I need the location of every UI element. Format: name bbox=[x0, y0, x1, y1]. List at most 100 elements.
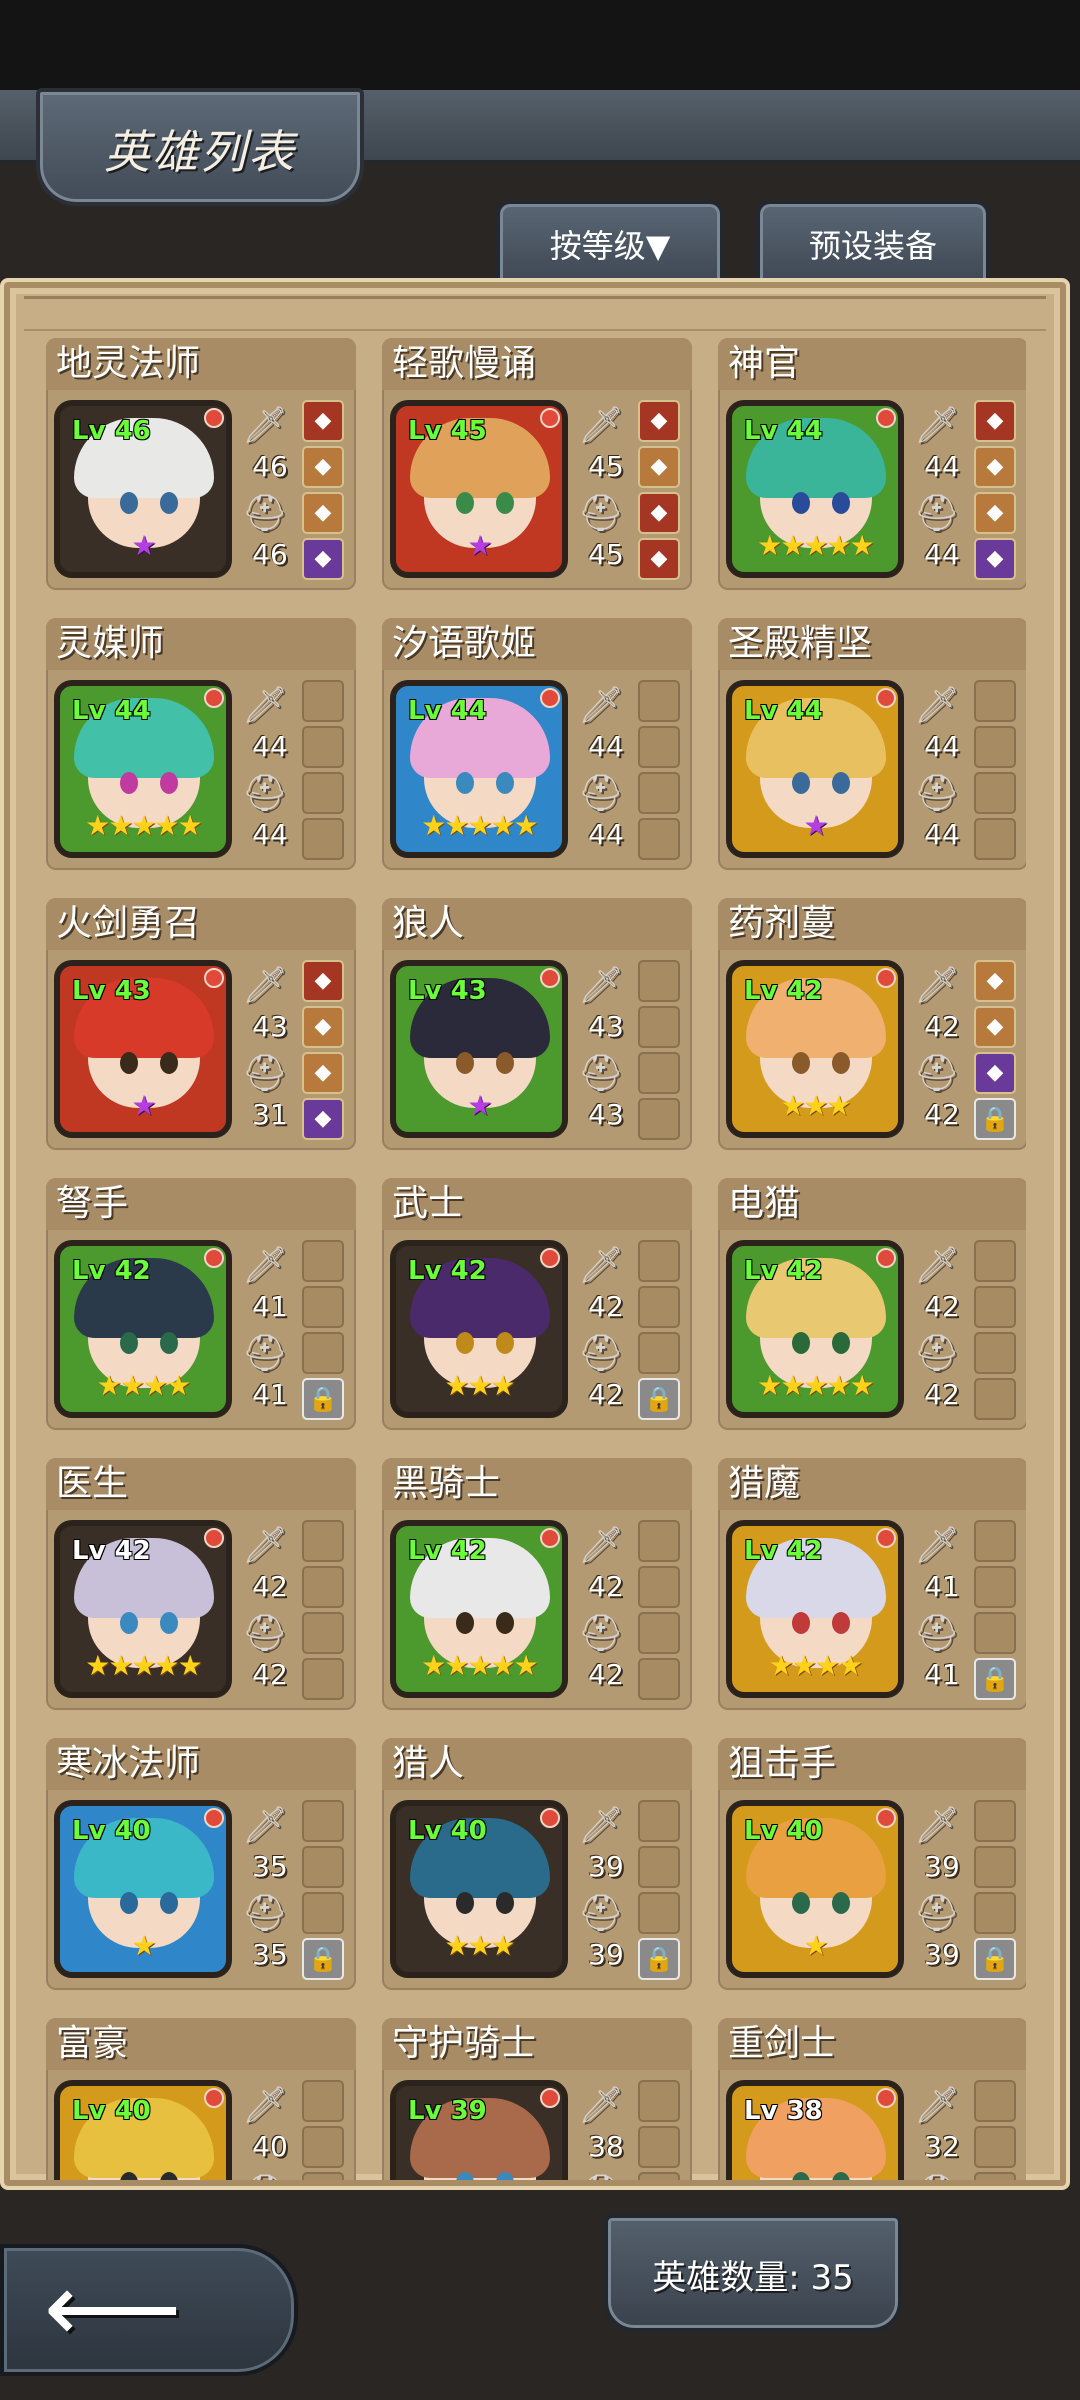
equipment-slot-empty[interactable] bbox=[974, 1286, 1016, 1328]
slot-lock-icon[interactable]: 🔒 bbox=[974, 1938, 1016, 1980]
equipped-item-icon[interactable]: ◆ bbox=[302, 960, 344, 1002]
slot-lock-icon[interactable]: 🔒 bbox=[638, 1378, 680, 1420]
equipment-slot-empty[interactable] bbox=[974, 1240, 1016, 1282]
equipment-slot-empty[interactable] bbox=[302, 818, 344, 860]
equipment-slot-empty[interactable] bbox=[638, 1052, 680, 1094]
equipped-item-icon[interactable]: ◆ bbox=[302, 492, 344, 534]
hero-portrait[interactable]: Lv 39 bbox=[390, 2080, 568, 2180]
equipment-slot-empty[interactable] bbox=[974, 1520, 1016, 1562]
equipment-slot-empty[interactable] bbox=[638, 1240, 680, 1282]
equipment-slot-empty[interactable] bbox=[302, 1240, 344, 1282]
hero-card[interactable]: 狼人 ★ Lv 43 🗡 43 ⛑ 43 bbox=[382, 898, 692, 1150]
hero-portrait[interactable]: ★★★★★ Lv 42 bbox=[726, 1240, 904, 1418]
equipment-slot-empty[interactable] bbox=[302, 1892, 344, 1934]
equipment-slot-empty[interactable] bbox=[638, 2126, 680, 2168]
equipment-slot-empty[interactable] bbox=[302, 2080, 344, 2122]
equipment-slot-empty[interactable] bbox=[974, 1892, 1016, 1934]
equipment-slot-empty[interactable] bbox=[638, 818, 680, 860]
equipped-item-icon[interactable]: ◆ bbox=[302, 1052, 344, 1094]
equipment-slot-empty[interactable] bbox=[638, 1612, 680, 1654]
equipped-item-icon[interactable]: ◆ bbox=[974, 446, 1016, 488]
equipped-item-icon[interactable]: ◆ bbox=[974, 538, 1016, 580]
hero-portrait[interactable]: Lv 38 bbox=[726, 2080, 904, 2180]
equipment-slot-empty[interactable] bbox=[638, 1332, 680, 1374]
equipment-slot-empty[interactable] bbox=[302, 1658, 344, 1700]
hero-portrait[interactable]: ★ Lv 40 bbox=[726, 1800, 904, 1978]
hero-card[interactable]: 汐语歌姬 ★★★★★ Lv 44 🗡 44 ⛑ 44 bbox=[382, 618, 692, 870]
hero-card[interactable]: 黑骑士 ★★★★★ Lv 42 🗡 42 ⛑ 42 bbox=[382, 1458, 692, 1710]
hero-card[interactable]: 寒冰法师 ★ Lv 40 🗡 35 ⛑ 35 🔒 bbox=[46, 1738, 356, 1990]
hero-card[interactable]: 医生 ★★★★★ Lv 42 🗡 42 ⛑ 42 bbox=[46, 1458, 356, 1710]
slot-lock-icon[interactable]: 🔒 bbox=[302, 1378, 344, 1420]
hero-card[interactable]: 狙击手 ★ Lv 40 🗡 39 ⛑ 39 🔒 bbox=[718, 1738, 1026, 1990]
hero-card[interactable]: 弩手 ★★★★ Lv 42 🗡 41 ⛑ 41 🔒 bbox=[46, 1178, 356, 1430]
hero-portrait[interactable]: ★★★★ Lv 42 bbox=[726, 1520, 904, 1698]
equipment-slot-empty[interactable] bbox=[974, 2080, 1016, 2122]
hero-portrait[interactable]: ★★★★★ Lv 42 bbox=[390, 1520, 568, 1698]
hero-portrait[interactable]: Lv 40 bbox=[54, 2080, 232, 2180]
equipment-slot-empty[interactable] bbox=[974, 818, 1016, 860]
hero-card[interactable]: 地灵法师 ★ Lv 46 🗡 46 ⛑ 46 ◆ ◆ ◆ ◆ bbox=[46, 338, 356, 590]
equipment-slot-empty[interactable] bbox=[974, 1846, 1016, 1888]
hero-portrait[interactable]: ★★★★★ Lv 44 bbox=[54, 680, 232, 858]
equipment-slot-empty[interactable] bbox=[638, 2080, 680, 2122]
equipment-slot-empty[interactable] bbox=[638, 1800, 680, 1842]
slot-lock-icon[interactable]: 🔒 bbox=[302, 1938, 344, 1980]
hero-card[interactable]: 神官 ★★★★★ Lv 44 🗡 44 ⛑ 44 ◆ ◆ ◆ ◆ bbox=[718, 338, 1026, 590]
equipment-slot-empty[interactable] bbox=[638, 726, 680, 768]
equipment-slot-empty[interactable] bbox=[974, 726, 1016, 768]
equipment-slot-empty[interactable] bbox=[974, 1378, 1016, 1420]
hero-card[interactable]: 重剑士 Lv 38 🗡 32 ⛑ bbox=[718, 2018, 1026, 2180]
equipped-item-icon[interactable]: ◆ bbox=[302, 1098, 344, 1140]
hero-portrait[interactable]: ★★★★★ Lv 42 bbox=[54, 1520, 232, 1698]
equipment-slot-empty[interactable] bbox=[302, 1612, 344, 1654]
equipped-item-icon[interactable]: ◆ bbox=[638, 492, 680, 534]
hero-portrait[interactable]: ★★★ Lv 40 bbox=[390, 1800, 568, 1978]
equipment-slot-empty[interactable] bbox=[302, 1332, 344, 1374]
equipment-slot-empty[interactable] bbox=[638, 1098, 680, 1140]
equipped-item-icon[interactable]: ◆ bbox=[974, 1006, 1016, 1048]
hero-card[interactable]: 守护骑士 Lv 39 🗡 38 ⛑ bbox=[382, 2018, 692, 2180]
hero-portrait[interactable]: ★ Lv 44 bbox=[726, 680, 904, 858]
equipped-item-icon[interactable]: ◆ bbox=[974, 960, 1016, 1002]
equipped-item-icon[interactable]: ◆ bbox=[974, 400, 1016, 442]
equipped-item-icon[interactable]: ◆ bbox=[974, 1052, 1016, 1094]
equipped-item-icon[interactable]: ◆ bbox=[638, 400, 680, 442]
equipment-slot-empty[interactable] bbox=[638, 1006, 680, 1048]
hero-card[interactable]: 药剂蔓 ★★★ Lv 42 🗡 42 ⛑ 42 ◆ ◆ ◆ 🔒 bbox=[718, 898, 1026, 1150]
equipment-slot-empty[interactable] bbox=[974, 680, 1016, 722]
equipped-item-icon[interactable]: ◆ bbox=[302, 538, 344, 580]
hero-card[interactable]: 猎人 ★★★ Lv 40 🗡 39 ⛑ 39 🔒 bbox=[382, 1738, 692, 1990]
back-button[interactable]: ⟵ bbox=[0, 2244, 298, 2376]
equipped-item-icon[interactable]: ◆ bbox=[974, 492, 1016, 534]
hero-card[interactable]: 电猫 ★★★★★ Lv 42 🗡 42 ⛑ 42 bbox=[718, 1178, 1026, 1430]
hero-portrait[interactable]: ★★★ Lv 42 bbox=[390, 1240, 568, 1418]
hero-card[interactable]: 富豪 Lv 40 🗡 40 ⛑ bbox=[46, 2018, 356, 2180]
equipment-slot-empty[interactable] bbox=[974, 1612, 1016, 1654]
equipped-item-icon[interactable]: ◆ bbox=[638, 446, 680, 488]
hero-card[interactable]: 火剑勇召 ★ Lv 43 🗡 43 ⛑ 31 ◆ ◆ ◆ ◆ bbox=[46, 898, 356, 1150]
equipment-slot-empty[interactable] bbox=[638, 1846, 680, 1888]
slot-lock-icon[interactable]: 🔒 bbox=[974, 1658, 1016, 1700]
hero-portrait[interactable]: ★★★ Lv 42 bbox=[726, 960, 904, 1138]
equipment-slot-empty[interactable] bbox=[974, 1800, 1016, 1842]
hero-portrait[interactable]: ★ Lv 46 bbox=[54, 400, 232, 578]
equipment-slot-empty[interactable] bbox=[302, 2126, 344, 2168]
hero-portrait[interactable]: ★ Lv 43 bbox=[390, 960, 568, 1138]
equipment-slot-empty[interactable] bbox=[302, 1846, 344, 1888]
equipment-slot-empty[interactable] bbox=[974, 1566, 1016, 1608]
equipment-slot-empty[interactable] bbox=[638, 960, 680, 1002]
hero-card[interactable]: 灵媒师 ★★★★★ Lv 44 🗡 44 ⛑ 44 bbox=[46, 618, 356, 870]
equipment-slot-empty[interactable] bbox=[302, 1800, 344, 1842]
equipment-slot-empty[interactable] bbox=[638, 2172, 680, 2180]
equipment-slot-empty[interactable] bbox=[974, 1332, 1016, 1374]
sort-by-level-tab[interactable]: 按等级▼ bbox=[496, 200, 724, 286]
hero-portrait[interactable]: ★★★★★ Lv 44 bbox=[726, 400, 904, 578]
hero-card[interactable]: 圣殿精坚 ★ Lv 44 🗡 44 ⛑ 44 bbox=[718, 618, 1026, 870]
equipment-slot-empty[interactable] bbox=[302, 1286, 344, 1328]
equipment-slot-empty[interactable] bbox=[302, 2172, 344, 2180]
hero-card[interactable]: 猎魔 ★★★★ Lv 42 🗡 41 ⛑ 41 🔒 bbox=[718, 1458, 1026, 1710]
equipment-slot-empty[interactable] bbox=[302, 680, 344, 722]
preset-equipment-tab[interactable]: 预设装备 bbox=[756, 200, 990, 286]
hero-portrait[interactable]: ★★★★ Lv 42 bbox=[54, 1240, 232, 1418]
